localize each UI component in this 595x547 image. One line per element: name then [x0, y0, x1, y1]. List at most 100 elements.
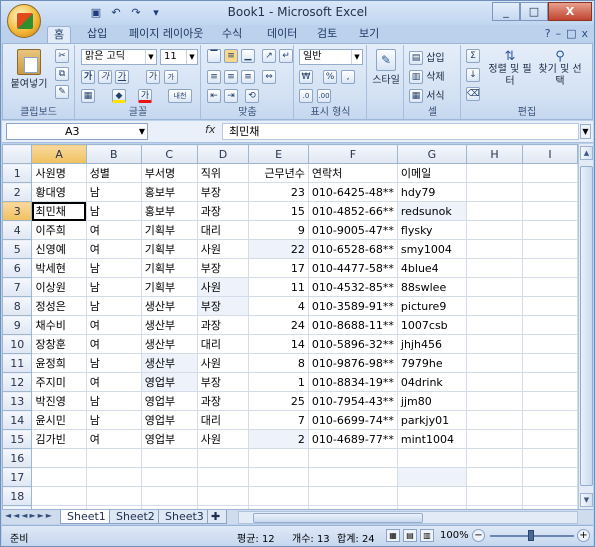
- phonetic-button[interactable]: 내천: [168, 89, 192, 103]
- restore-button[interactable]: □: [520, 2, 548, 21]
- row-header[interactable]: 16: [2, 448, 33, 468]
- cell[interactable]: [465, 410, 524, 430]
- cell[interactable]: 최민채: [31, 201, 87, 221]
- bold-button[interactable]: 가: [81, 70, 95, 84]
- vertical-scroll-thumb[interactable]: [580, 166, 593, 486]
- increase-decimal-icon[interactable]: .0: [299, 89, 313, 103]
- decrease-decimal-icon[interactable]: .00: [317, 89, 331, 103]
- italic-button[interactable]: 가: [98, 70, 112, 84]
- border-icon[interactable]: ▦: [81, 89, 95, 103]
- cell[interactable]: [522, 258, 578, 278]
- cell[interactable]: 23: [248, 182, 309, 202]
- cell[interactable]: 영업부: [140, 391, 198, 411]
- sheet-tab[interactable]: Sheet3: [158, 510, 211, 524]
- align-middle-icon[interactable]: ≡: [224, 49, 238, 63]
- cell[interactable]: [31, 448, 87, 468]
- cell[interactable]: [465, 391, 524, 411]
- cell[interactable]: 2: [248, 429, 309, 449]
- cell[interactable]: 25: [248, 391, 309, 411]
- paste-button[interactable]: 붙여넣기: [9, 49, 49, 90]
- cell[interactable]: 04drink: [396, 372, 467, 392]
- cell[interactable]: [522, 296, 578, 316]
- cell[interactable]: [522, 353, 578, 373]
- zoom-slider-thumb[interactable]: [528, 530, 534, 541]
- cell[interactable]: [522, 372, 578, 392]
- row-header[interactable]: 2: [2, 182, 33, 202]
- row-header[interactable]: 12: [2, 372, 33, 392]
- align-top-icon[interactable]: ▔: [207, 49, 221, 63]
- increase-indent-icon[interactable]: ⇥: [224, 89, 238, 103]
- cell[interactable]: [465, 429, 524, 449]
- tab-insert[interactable]: 삽입: [81, 26, 113, 43]
- row-header[interactable]: 3: [2, 201, 33, 221]
- row-header[interactable]: 6: [2, 258, 33, 278]
- cell[interactable]: 010-6528-68**: [307, 239, 398, 259]
- cell[interactable]: [396, 467, 467, 487]
- cell[interactable]: 14: [248, 334, 309, 354]
- horizontal-scrollbar[interactable]: [238, 511, 578, 524]
- decrease-indent-icon[interactable]: ⇤: [207, 89, 221, 103]
- cell[interactable]: 010-9005-47**: [307, 220, 398, 240]
- format-cells-button[interactable]: ▦ 서식: [409, 87, 445, 103]
- insert-cells-button[interactable]: ▤ 삽입: [409, 49, 445, 65]
- tab-review[interactable]: 검토: [311, 26, 343, 43]
- cell[interactable]: [522, 334, 578, 354]
- cell[interactable]: [248, 486, 309, 506]
- cell[interactable]: 이주희: [31, 220, 87, 240]
- underline-button[interactable]: 가: [115, 70, 129, 84]
- cell[interactable]: 010-8834-19**: [307, 372, 398, 392]
- cell[interactable]: 근무년수: [248, 163, 309, 183]
- cell[interactable]: 010-4532-85**: [307, 277, 398, 297]
- cell[interactable]: [85, 467, 142, 487]
- cell[interactable]: 남: [85, 258, 142, 278]
- fill-icon[interactable]: ↓: [466, 68, 480, 82]
- cell[interactable]: [140, 486, 198, 506]
- cell[interactable]: [140, 448, 198, 468]
- cell[interactable]: 여: [85, 220, 142, 240]
- cell[interactable]: 부장: [196, 258, 250, 278]
- cell[interactable]: 윤정희: [31, 353, 87, 373]
- cell[interactable]: jhjh456: [396, 334, 467, 354]
- cell[interactable]: 010-4477-58**: [307, 258, 398, 278]
- cell[interactable]: [522, 239, 578, 259]
- shrink-font-button[interactable]: 가: [164, 70, 178, 84]
- align-left-icon[interactable]: ≡: [207, 70, 221, 84]
- cell[interactable]: [307, 486, 398, 506]
- cell[interactable]: 010-6425-48**: [307, 182, 398, 202]
- font-name-select[interactable]: 맑은 고딕 ▼: [81, 49, 157, 65]
- align-bottom-icon[interactable]: ▁: [241, 49, 255, 63]
- cell[interactable]: [196, 486, 250, 506]
- cell[interactable]: 생산부: [140, 334, 198, 354]
- cell[interactable]: 11: [248, 277, 309, 297]
- cell[interactable]: [465, 448, 524, 468]
- cell[interactable]: [196, 448, 250, 468]
- cell[interactable]: [465, 296, 524, 316]
- cell[interactable]: 채수비: [31, 315, 87, 335]
- cell[interactable]: [465, 182, 524, 202]
- cell[interactable]: flysky: [396, 220, 467, 240]
- cell[interactable]: 홍보부: [140, 201, 198, 221]
- zoom-out-button[interactable]: −: [472, 529, 485, 542]
- row-header[interactable]: 15: [2, 429, 33, 449]
- office-button[interactable]: [7, 4, 41, 38]
- cell[interactable]: 여: [85, 334, 142, 354]
- cell[interactable]: 장창훈: [31, 334, 87, 354]
- cell[interactable]: 사원: [196, 277, 250, 297]
- align-center-icon[interactable]: ≡: [224, 70, 238, 84]
- cell[interactable]: 홍보부: [140, 182, 198, 202]
- cell[interactable]: 기획부: [140, 258, 198, 278]
- cell[interactable]: [307, 467, 398, 487]
- page-layout-view-icon[interactable]: ▤: [403, 529, 417, 542]
- autosum-button[interactable]: Σ: [466, 49, 480, 63]
- cell[interactable]: 기획부: [140, 277, 198, 297]
- column-header[interactable]: I: [522, 144, 578, 164]
- row-header[interactable]: 18: [2, 486, 33, 506]
- cell[interactable]: 주지미: [31, 372, 87, 392]
- cell[interactable]: 17: [248, 258, 309, 278]
- cell[interactable]: [465, 467, 524, 487]
- cell[interactable]: [522, 277, 578, 297]
- cell[interactable]: [522, 220, 578, 240]
- cell[interactable]: smy1004: [396, 239, 467, 259]
- insert-sheet-icon[interactable]: ✚: [207, 510, 227, 524]
- cell[interactable]: 010-3589-91**: [307, 296, 398, 316]
